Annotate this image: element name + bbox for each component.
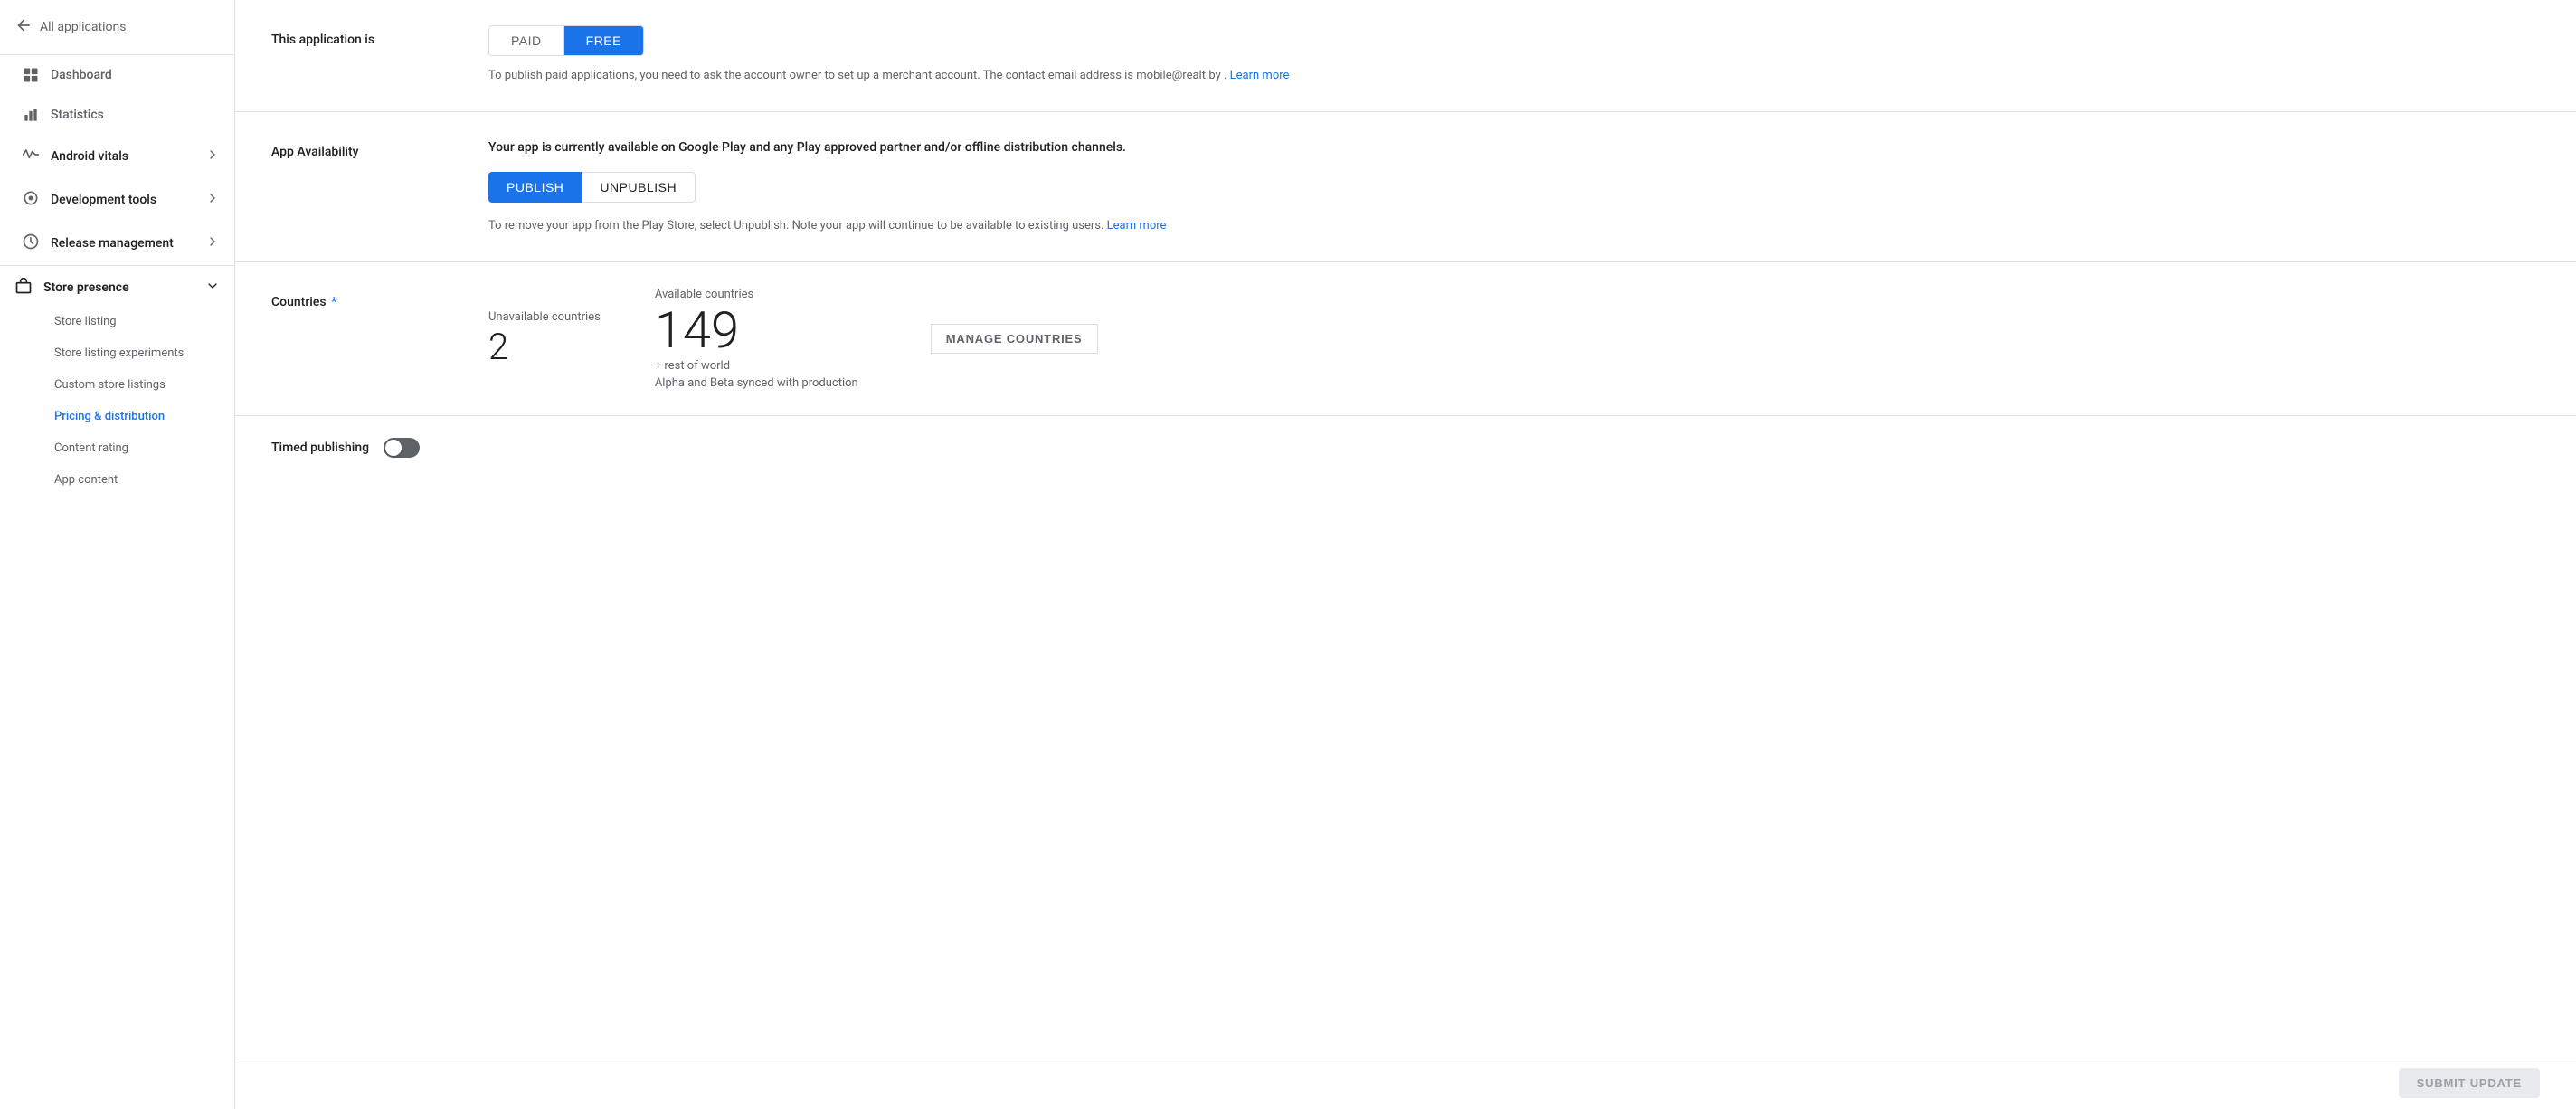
unavailable-countries-stat: Unavailable countries 2 [488, 310, 601, 367]
store-presence-label: Store presence [43, 280, 129, 295]
paid-free-toggle: PAID FREE [488, 25, 644, 56]
nav-store-listing-experiments[interactable]: Store listing experiments [0, 337, 234, 369]
nav-dev-tools[interactable]: Development tools [0, 178, 234, 222]
free-button[interactable]: FREE [564, 26, 643, 55]
timed-publishing-toggle[interactable] [384, 438, 420, 458]
dashboard-icon [22, 66, 40, 84]
page-wrapper: This application is PAID FREE To publish… [235, 0, 2576, 1109]
publish-unpublish-group: PUBLISH UNPUBLISH [488, 172, 2540, 203]
nav-release-mgmt[interactable]: Release management [0, 222, 234, 265]
countries-section: Countries * Unavailable countries 2 Avai… [235, 262, 2576, 416]
unavailable-label: Unavailable countries [488, 310, 601, 324]
countries-content: Unavailable countries 2 Available countr… [488, 288, 2540, 390]
pricing-learn-more[interactable]: Learn more [1230, 69, 1290, 82]
android-vitals-label: Android vitals [51, 149, 128, 164]
countries-label-text: Countries [271, 295, 327, 309]
availability-info-text: To remove your app from the Play Store, … [488, 219, 1103, 232]
available-countries-stat: Available countries 149 + rest of world … [655, 288, 858, 390]
dev-tools-icon [22, 189, 40, 211]
nav-app-content[interactable]: App content [0, 464, 234, 496]
nav-custom-store-listings[interactable]: Custom store listings [0, 369, 234, 401]
dashboard-label: Dashboard [51, 68, 112, 82]
submit-update-button[interactable]: SUBMIT UPDATE [2399, 1068, 2540, 1098]
availability-info: To remove your app from the Play Store, … [488, 217, 2540, 236]
store-listing-exp-label: Store listing experiments [54, 346, 184, 360]
chevron-right-icon [205, 147, 220, 166]
chevron-right-icon3 [205, 234, 220, 252]
statistics-icon [22, 106, 40, 124]
android-vitals-icon [22, 146, 40, 167]
publish-button[interactable]: PUBLISH [488, 172, 582, 203]
store-presence-section: Store presence Store listing Store listi… [0, 265, 234, 496]
nav-statistics[interactable]: Statistics [0, 95, 234, 135]
countries-stats-row: Unavailable countries 2 Available countr… [488, 288, 2540, 390]
timed-publishing-section: Timed publishing [235, 416, 2576, 479]
content-area: This application is PAID FREE To publish… [235, 0, 2576, 1109]
store-listing-label: Store listing [54, 315, 117, 328]
nav-dashboard[interactable]: Dashboard [0, 55, 234, 95]
content-rating-label: Content rating [54, 441, 128, 455]
nav-pricing-distribution[interactable]: Pricing & distribution [0, 401, 234, 432]
countries-section-label: Countries * [271, 288, 452, 309]
back-arrow-icon [14, 16, 33, 38]
pricing-info-text: To publish paid applications, you need t… [488, 69, 1226, 82]
pricing-row: This application is PAID FREE To publish… [271, 25, 2540, 86]
synced-text: Alpha and Beta synced with production [655, 376, 858, 390]
store-presence-header[interactable]: Store presence [0, 266, 234, 306]
availability-content: Your app is currently available on Googl… [488, 137, 2540, 236]
back-label: All applications [40, 20, 126, 34]
unpublish-button[interactable]: UNPUBLISH [582, 172, 696, 203]
toggle-thumb [385, 440, 402, 456]
rest-of-world: + rest of world [655, 359, 858, 373]
availability-learn-more[interactable]: Learn more [1107, 219, 1167, 232]
release-mgmt-label: Release management [51, 236, 174, 251]
dev-tools-label: Development tools [51, 193, 156, 207]
sidebar: All applications Dashboard Statistics [0, 0, 235, 1109]
available-count: 149 [655, 305, 858, 355]
timed-publishing-label: Timed publishing [271, 441, 369, 455]
chevron-down-icon [205, 279, 220, 297]
manage-countries-button[interactable]: MANAGE COUNTRIES [931, 324, 1098, 354]
nav-android-vitals[interactable]: Android vitals [0, 135, 234, 178]
availability-section-label: App Availability [271, 137, 452, 159]
pricing-content: PAID FREE To publish paid applications, … [488, 25, 2540, 86]
paid-button[interactable]: PAID [489, 26, 564, 55]
app-content-label: App content [54, 473, 118, 487]
pricing-section-label: This application is [271, 25, 452, 47]
countries-row: Countries * Unavailable countries 2 Avai… [271, 288, 2540, 390]
available-label: Available countries [655, 288, 858, 301]
pricing-section: This application is PAID FREE To publish… [235, 0, 2576, 112]
availability-row: App Availability Your app is currently a… [271, 137, 2540, 236]
footer-bar: SUBMIT UPDATE [235, 1057, 2576, 1109]
pricing-label: Pricing & distribution [54, 410, 165, 423]
chevron-right-icon2 [205, 191, 220, 209]
availability-description: Your app is currently available on Googl… [488, 137, 2540, 157]
required-asterisk: * [331, 295, 336, 309]
sidebar-top: All applications [0, 0, 234, 55]
nav-content-rating[interactable]: Content rating [0, 432, 234, 464]
custom-store-label: Custom store listings [54, 378, 166, 392]
store-bag-icon [14, 277, 33, 299]
release-mgmt-icon [22, 232, 40, 254]
statistics-label: Statistics [51, 108, 104, 122]
pricing-info: To publish paid applications, you need t… [488, 67, 2540, 86]
availability-section: App Availability Your app is currently a… [235, 112, 2576, 262]
unavailable-count: 2 [488, 327, 601, 367]
back-link[interactable]: All applications [14, 13, 220, 42]
nav-store-listing[interactable]: Store listing [0, 306, 234, 337]
